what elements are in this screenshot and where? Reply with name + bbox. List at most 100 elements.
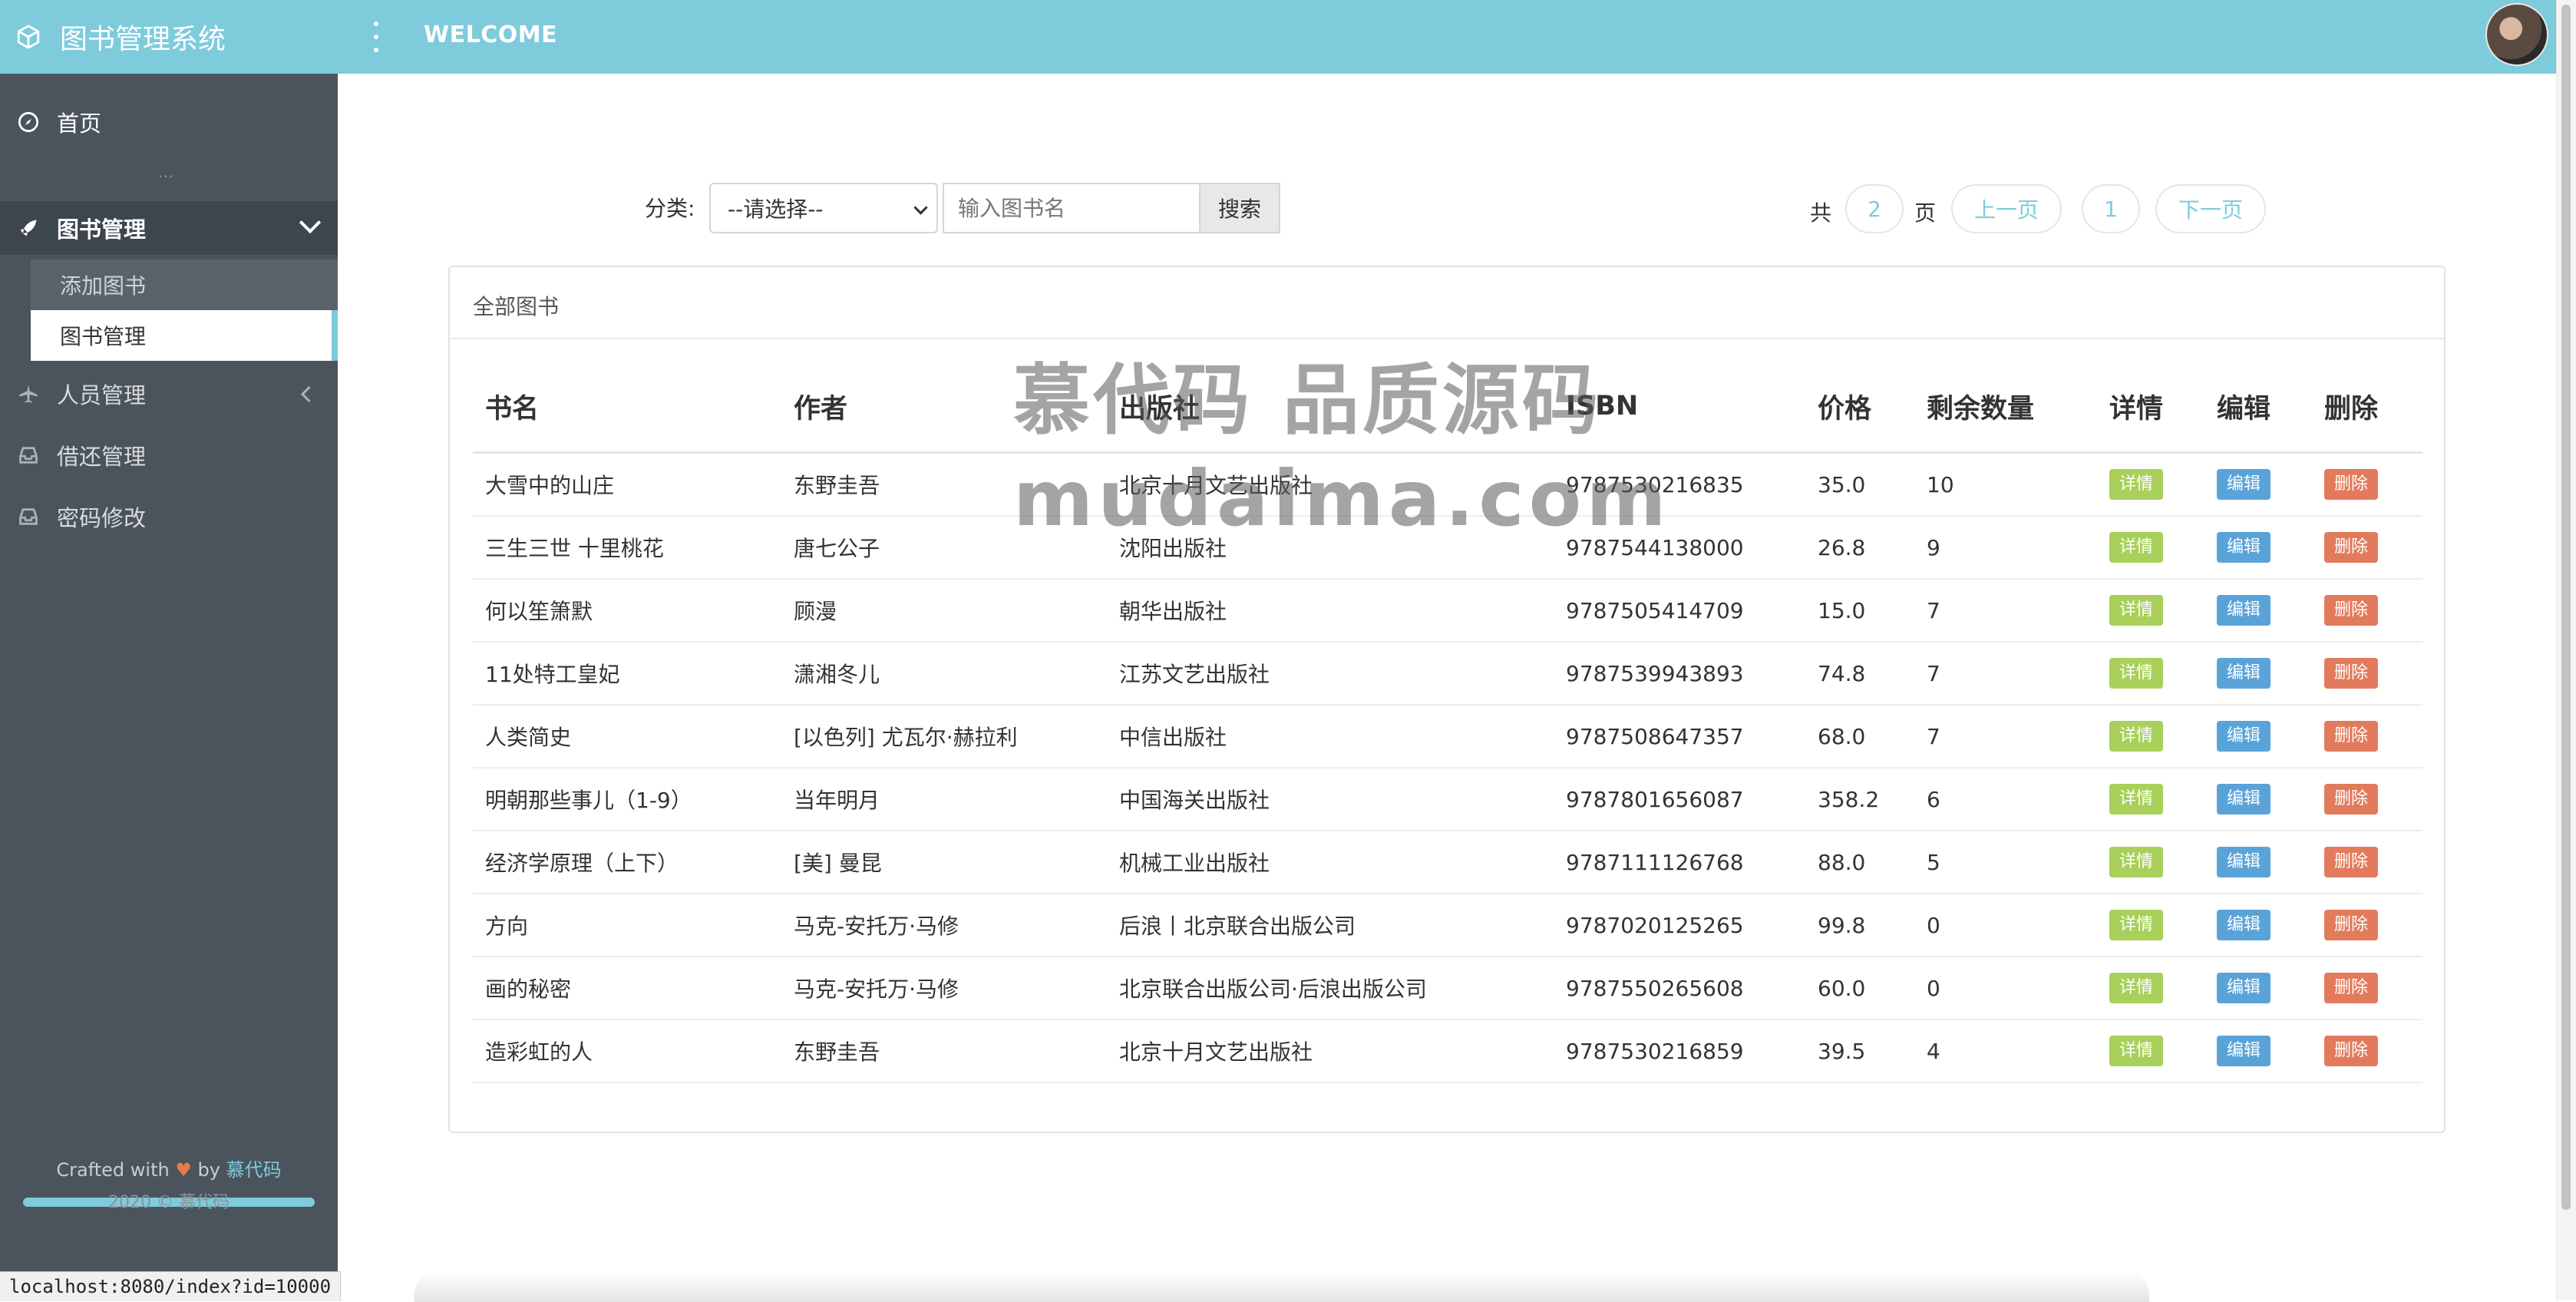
edit-button[interactable]: 编辑 [2217,784,2271,815]
edit-button[interactable]: 编辑 [2217,658,2271,689]
action-cell: 编辑 [2204,642,2312,706]
detail-button[interactable]: 详情 [2109,910,2163,940]
cell-author: [以色列] 尤瓦尔·赫拉利 [781,705,1107,768]
cell-author: 唐七公子 [781,516,1107,580]
sidebar-footer-copyright: 2020 © 慕代码 [108,1193,230,1212]
edit-button[interactable]: 编辑 [2217,910,2271,940]
pager-prev-button[interactable]: 上一页 [1951,184,2062,233]
cell-price: 60.0 [1805,957,1914,1020]
action-cell: 编辑 [2204,516,2312,580]
cube-icon [17,25,40,49]
action-cell: 编辑 [2204,957,2312,1020]
search-button[interactable]: 搜索 [1199,183,1280,233]
pager-current-page[interactable]: 1 [2082,184,2140,233]
column-header-price: 价格 [1805,361,1914,454]
detail-button[interactable]: 详情 [2109,847,2163,877]
cell-title: 人类简史 [473,705,781,768]
sidebar-item-home[interactable]: 首页 [0,95,338,149]
heart-icon: ♥ [175,1159,192,1181]
cell-publisher: 中信出版社 [1107,705,1554,768]
category-select[interactable]: --请选择-- [709,183,938,233]
detail-button[interactable]: 详情 [2109,595,2163,626]
action-cell: 删除 [2312,768,2422,831]
cell-price: 39.5 [1805,1019,1914,1083]
detail-button[interactable]: 详情 [2109,1036,2163,1066]
plane-icon [17,382,40,405]
chevron-down-icon [913,200,928,215]
sidebar-subitem-book-list[interactable]: 图书管理 [31,310,338,361]
brand[interactable]: 图书管理系统 [0,0,338,74]
edit-button[interactable]: 编辑 [2217,1036,2271,1066]
cell-title: 画的秘密 [473,957,781,1020]
cell-publisher: 江苏文艺出版社 [1107,642,1554,706]
sidebar-item-borrow-return[interactable]: 借还管理 [0,428,338,482]
action-cell: 详情 [2097,894,2204,957]
cell-stock: 10 [1914,452,2097,517]
edit-button[interactable]: 编辑 [2217,973,2271,1003]
delete-button[interactable]: 删除 [2324,910,2378,940]
detail-button[interactable]: 详情 [2109,469,2163,500]
edit-button[interactable]: 编辑 [2217,532,2271,563]
sidebar-subitem-label: 添加图书 [60,273,147,299]
sidebar-item-label: 首页 [57,111,102,137]
detail-button[interactable]: 详情 [2109,658,2163,689]
detail-button[interactable]: 详情 [2109,532,2163,563]
action-cell: 编辑 [2204,768,2312,831]
cell-stock: 7 [1914,642,2097,706]
sidebar-toggle-icon[interactable] [372,21,381,52]
delete-button[interactable]: 删除 [2324,1036,2378,1066]
action-cell: 删除 [2312,642,2422,706]
detail-button[interactable]: 详情 [2109,784,2163,815]
pager-total-prefix: 共 [1810,200,1832,226]
delete-button[interactable]: 删除 [2324,973,2378,1003]
cell-author: 东野圭吾 [781,1019,1107,1083]
action-cell: 删除 [2312,579,2422,643]
cell-stock: 9 [1914,516,2097,580]
cell-author: 潇湘冬儿 [781,642,1107,706]
cell-title: 经济学原理（上下） [473,831,781,894]
cell-publisher: 北京十月文艺出版社 [1107,1019,1554,1083]
edit-button[interactable]: 编辑 [2217,721,2271,752]
pager-next-button[interactable]: 下一页 [2155,184,2266,233]
table-row: 明朝那些事儿（1-9） 当年明月 中国海关出版社 9787801656087 358.2… [473,768,2422,831]
column-header-edit: 编辑 [2204,361,2312,454]
cell-stock: 4 [1914,1019,2097,1083]
delete-button[interactable]: 删除 [2324,658,2378,689]
cell-title: 明朝那些事儿（1-9） [473,768,781,831]
table-row: 何以笙箫默 顾漫 朝华出版社 9787505414709 15.0 7 详情 编辑 删除 [473,579,2422,643]
sidebar-subitem-add-book[interactable]: 添加图书 [31,259,338,310]
delete-button[interactable]: 删除 [2324,847,2378,877]
search-input[interactable] [943,183,1199,233]
detail-button[interactable]: 详情 [2109,721,2163,752]
edit-button[interactable]: 编辑 [2217,469,2271,500]
delete-button[interactable]: 删除 [2324,469,2378,500]
edit-button[interactable]: 编辑 [2217,595,2271,626]
status-bar-url: localhost:8080/index?id=10000 [0,1271,342,1301]
sidebar-item-book-management[interactable]: 图书管理 [0,201,338,255]
delete-button[interactable]: 删除 [2324,595,2378,626]
column-header-stock: 剩余数量 [1914,361,2097,454]
sidebar-item-staff[interactable]: 人员管理 [0,367,338,421]
table-row: 三生三世 十里桃花 唐七公子 沈阳出版社 9787544138000 26.8 9 详情 编辑… [473,516,2422,580]
footer-author-link[interactable]: 慕代码 [226,1159,282,1181]
action-cell: 详情 [2097,452,2204,517]
table-row: 造彩虹的人 东野圭吾 北京十月文艺出版社 9787530216859 39.5 4 详情 编辑… [473,1019,2422,1083]
delete-button[interactable]: 删除 [2324,784,2378,815]
sidebar-item-password[interactable]: 密码修改 [0,490,338,544]
cell-title: 何以笙箫默 [473,579,781,643]
sidebar-item-label: 人员管理 [57,382,147,408]
panel-header: 全部图书 [450,267,2444,339]
edit-button[interactable]: 编辑 [2217,847,2271,877]
cell-author: 顾漫 [781,579,1107,643]
scrollbar-thumb[interactable] [2561,5,2571,1210]
delete-button[interactable]: 删除 [2324,721,2378,752]
compass-icon [17,111,40,134]
delete-button[interactable]: 删除 [2324,532,2378,563]
avatar[interactable] [2485,3,2548,66]
table-row: 11处特工皇妃 潇湘冬儿 江苏文艺出版社 9787539943893 74.8 7 详情 编辑… [473,642,2422,706]
page-scrollbar[interactable] [2556,0,2576,1300]
footer-prefix: Crafted with [56,1159,170,1181]
cell-publisher: 机械工业出版社 [1107,831,1554,894]
action-cell: 删除 [2312,957,2422,1020]
detail-button[interactable]: 详情 [2109,973,2163,1003]
